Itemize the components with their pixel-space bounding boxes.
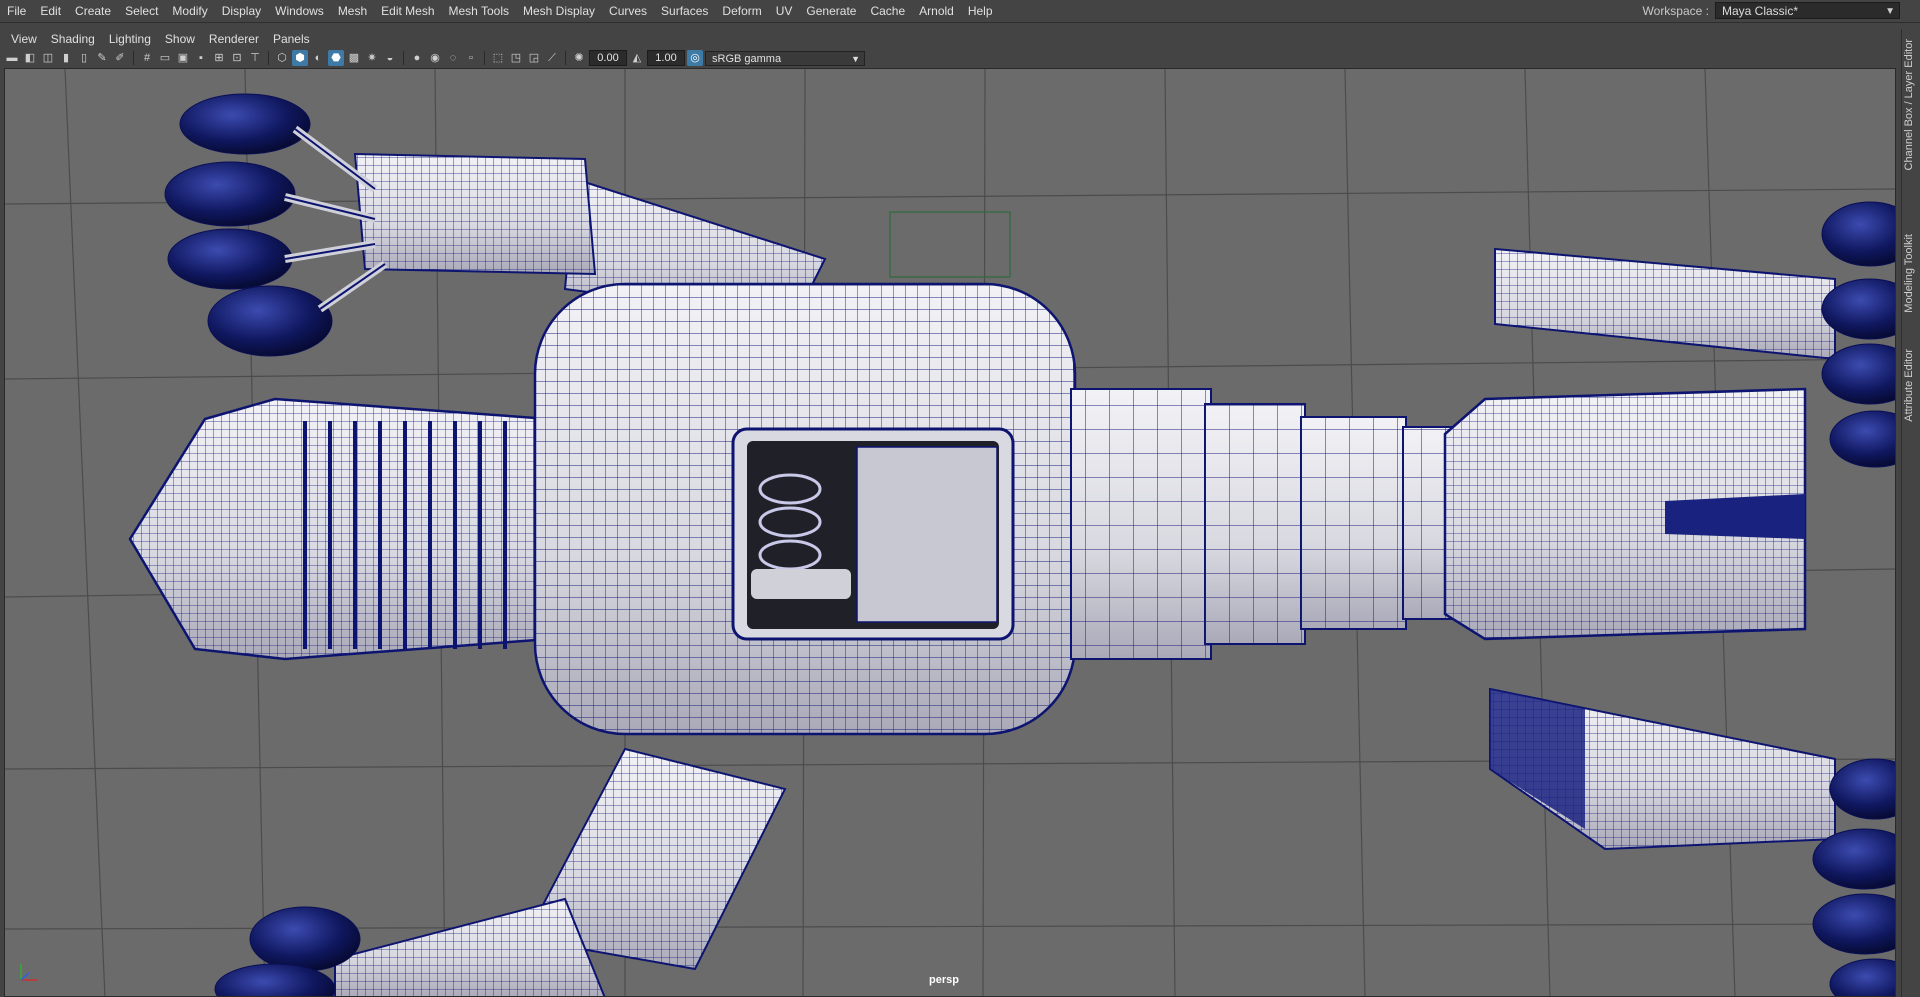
xray-icon[interactable]: ◳: [508, 50, 524, 66]
textured-icon[interactable]: ▩: [346, 50, 362, 66]
panel-menu-lighting[interactable]: Lighting: [102, 29, 158, 49]
workspace-dropdown[interactable]: Maya Classic* ▼: [1715, 2, 1900, 19]
main-menubar: File Edit Create Select Modify Display W…: [0, 0, 1920, 23]
field-chart-icon[interactable]: ⊞: [211, 50, 227, 66]
chevron-down-icon: ▼: [851, 53, 860, 64]
tab-modeling-toolkit[interactable]: Modeling Toolkit: [1903, 234, 1915, 313]
panel-menu-panels[interactable]: Panels: [266, 29, 317, 49]
workspace-value: Maya Classic*: [1722, 4, 1799, 18]
film-gate-icon[interactable]: ▭: [157, 50, 173, 66]
view-axis-gizmo: [15, 960, 41, 986]
resolution-gate-icon[interactable]: ▣: [175, 50, 191, 66]
menu-uv[interactable]: UV: [769, 0, 800, 22]
workspace-selector: Workspace : Maya Classic* ▼: [1643, 2, 1900, 19]
chevron-down-icon: ▼: [1885, 6, 1895, 17]
shadows-icon[interactable]: ◒: [382, 50, 398, 66]
safe-title-icon[interactable]: ⊤: [247, 50, 263, 66]
motion-blur-icon[interactable]: ◉: [427, 50, 443, 66]
menu-generate[interactable]: Generate: [799, 0, 863, 22]
menu-mesh[interactable]: Mesh: [331, 0, 374, 22]
depth-of-field-icon[interactable]: ▫: [463, 50, 479, 66]
safe-action-icon[interactable]: ⊡: [229, 50, 245, 66]
panel-menu-view[interactable]: View: [4, 29, 44, 49]
manipulator-box: [889, 211, 1011, 278]
panel-menu-shading[interactable]: Shading: [44, 29, 102, 49]
menu-help[interactable]: Help: [961, 0, 1000, 22]
toolbar-divider: [133, 51, 134, 65]
bookmarks-icon[interactable]: ▮: [58, 50, 74, 66]
side-tab-strip: Channel Box / Layer Editor Modeling Tool…: [1901, 29, 1920, 997]
wireframe-on-shaded-icon[interactable]: ⬣: [328, 50, 344, 66]
smooth-shade-all-icon[interactable]: ⬢: [292, 50, 308, 66]
menu-mesh-display[interactable]: Mesh Display: [516, 0, 602, 22]
grid-icon[interactable]: #: [139, 50, 155, 66]
panel-menu-show[interactable]: Show: [158, 29, 202, 49]
menu-edit-mesh[interactable]: Edit Mesh: [374, 0, 441, 22]
menu-create[interactable]: Create: [68, 0, 118, 22]
workspace-label: Workspace :: [1642, 3, 1709, 18]
use-all-lights-icon[interactable]: ✷: [364, 50, 380, 66]
toolbar-divider: [268, 51, 269, 65]
lock-camera-icon[interactable]: ◧: [22, 50, 38, 66]
panel-menu-renderer[interactable]: Renderer: [202, 29, 266, 49]
toolbar-divider: [565, 51, 566, 65]
gate-mask-icon[interactable]: ▪: [193, 50, 209, 66]
menu-curves[interactable]: Curves: [602, 0, 654, 22]
menu-mesh-tools[interactable]: Mesh Tools: [442, 0, 516, 22]
camera-name-label: persp: [929, 974, 959, 986]
wireframe-icon[interactable]: ⬡: [274, 50, 290, 66]
menu-select[interactable]: Select: [118, 0, 165, 22]
grease-pencil-icon[interactable]: ✐: [112, 50, 128, 66]
xray-active-components-icon[interactable]: ◲: [526, 50, 542, 66]
select-camera-icon[interactable]: ▬: [4, 50, 20, 66]
menu-edit[interactable]: Edit: [33, 0, 68, 22]
gamma-icon[interactable]: ◭: [629, 50, 645, 66]
isolate-select-icon[interactable]: ⬚: [490, 50, 506, 66]
menu-cache[interactable]: Cache: [863, 0, 912, 22]
perspective-viewport[interactable]: persp: [4, 68, 1896, 997]
use-default-material-icon[interactable]: ◐: [310, 50, 326, 66]
camera-attributes-icon[interactable]: ◫: [40, 50, 56, 66]
exposure-icon[interactable]: ✺: [571, 50, 587, 66]
two-d-pan-zoom-icon[interactable]: ✎: [94, 50, 110, 66]
menu-display[interactable]: Display: [215, 0, 268, 22]
menu-arnold[interactable]: Arnold: [912, 0, 961, 22]
tab-channel-box[interactable]: Channel Box / Layer Editor: [1903, 39, 1915, 170]
anti-aliasing-icon[interactable]: ◌: [445, 50, 461, 66]
image-plane-icon[interactable]: ▯: [76, 50, 92, 66]
toolbar-divider: [484, 51, 485, 65]
exposure-field[interactable]: 0.00: [589, 50, 627, 66]
menu-file[interactable]: File: [0, 0, 33, 22]
menu-modify[interactable]: Modify: [165, 0, 214, 22]
gamma-field[interactable]: 1.00: [647, 50, 685, 66]
toolbar-divider: [403, 51, 404, 65]
color-management-icon[interactable]: ◎: [687, 50, 703, 66]
lower-left-claw-arm: [214, 747, 787, 996]
screen-space-ao-icon[interactable]: ●: [409, 50, 425, 66]
robot-torso: [128, 282, 1807, 736]
panel-toolbar: ▬ ◧ ◫ ▮ ▯ ✎ ✐ # ▭ ▣ ▪ ⊞ ⊡ ⊤ ⬡ ⬢ ◐ ⬣ ▩ ✷ …: [4, 49, 1900, 67]
menu-deform[interactable]: Deform: [715, 0, 768, 22]
menu-windows[interactable]: Windows: [268, 0, 331, 22]
viewport-scene: [5, 69, 1895, 996]
view-transform-value: sRGB gamma: [712, 52, 782, 65]
view-transform-dropdown[interactable]: sRGB gamma ▼: [705, 50, 865, 66]
panel-menubar: View Shading Lighting Show Renderer Pane…: [4, 29, 317, 49]
xray-joints-icon[interactable]: ⟋: [544, 50, 560, 66]
tab-attribute-editor[interactable]: Attribute Editor: [1903, 349, 1915, 422]
menu-surfaces[interactable]: Surfaces: [654, 0, 715, 22]
